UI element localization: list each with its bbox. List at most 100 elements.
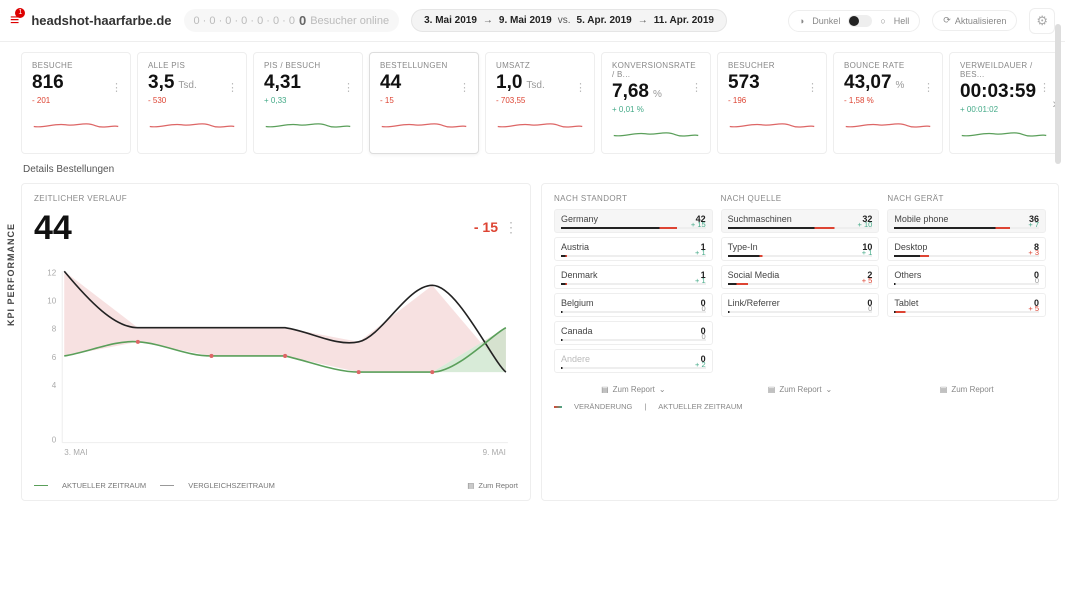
row-bar — [728, 311, 873, 313]
breakdown-row[interactable]: Canada 0 0 — [554, 321, 713, 345]
row-delta: + 7 — [1028, 220, 1039, 229]
breakdown-row[interactable]: Others 0 0 — [887, 265, 1046, 289]
row-delta: 0 — [702, 332, 706, 341]
date-range-picker[interactable]: 3. Mai 2019 → 9. Mai 2019 vs. 5. Apr. 20… — [411, 9, 727, 32]
kpi-row: BESUCHE 816 - 201 ⋮ ALLE PIS 3,5Tsd. - 5… — [21, 52, 1059, 154]
breakdown-row[interactable]: Austria 1 + 1 — [554, 237, 713, 261]
svg-text:8: 8 — [52, 325, 57, 334]
kpi-value: 44 — [380, 72, 468, 94]
refresh-button[interactable]: ⟳ Aktualisieren — [932, 10, 1017, 31]
breakdown-panel: NACH STANDORT Germany 42 + 15Austria 1 +… — [541, 183, 1059, 501]
svg-text:10: 10 — [47, 297, 56, 306]
kpi-menu-icon[interactable]: ⋮ — [923, 81, 934, 94]
kpi-value: 4,31 — [264, 72, 352, 94]
settings-button[interactable]: ⚙ — [1029, 8, 1055, 34]
kpi-delta: - 196 — [728, 96, 816, 105]
to-report-link[interactable]: ▤Zum Report ⌄ — [554, 377, 713, 394]
svg-text:3. MAI: 3. MAI — [64, 448, 87, 457]
quelle-column: NACH QUELLE Suchmaschinen 32 + 10Type-In… — [721, 194, 880, 394]
kpi-menu-icon[interactable]: ⋮ — [807, 81, 818, 94]
breakdown-row[interactable]: Social Media 2 + 5 — [721, 265, 880, 289]
kpi-card[interactable]: PIS / BESUCH 4,31 + 0,33 ⋮ — [253, 52, 363, 154]
kpi-card[interactable]: BESTELLUNGEN 44 - 15 ⋮ — [369, 52, 479, 154]
kpi-value: 43,07% — [844, 72, 932, 94]
row-bar — [561, 367, 706, 369]
kpi-menu-icon[interactable]: ⋮ — [691, 81, 702, 94]
to-report-link[interactable]: ▤Zum Report ⌄ — [721, 377, 880, 394]
menu-icon[interactable]: ≡1 — [10, 12, 19, 30]
kpi-menu-icon[interactable]: ⋮ — [111, 81, 122, 94]
svg-text:6: 6 — [52, 353, 57, 362]
breakdown-row[interactable]: Tablet 0 + 5 — [887, 293, 1046, 317]
sparkline — [960, 118, 1048, 146]
breakdown-row[interactable]: Denmark 1 + 1 — [554, 265, 713, 289]
kpi-delta: + 00:01:02 — [960, 105, 1048, 114]
row-name: Desktop — [894, 242, 927, 252]
kpi-label: PIS / BESUCH — [264, 61, 352, 70]
visitor-counter: 0 · 0 · 0 · 0 · 0 · 0 · 0 0 Besucher onl… — [184, 9, 400, 32]
kpi-delta: - 703,55 — [496, 96, 584, 105]
timeline-chart: 12 10 8 6 4 0 3. MAI 9. MAI — [34, 252, 518, 472]
to-report-link[interactable]: ▤ Zum Report — [467, 481, 518, 490]
kpi-card[interactable]: UMSATZ 1,0Tsd. - 703,55 ⋮ — [485, 52, 595, 154]
row-delta: + 3 — [1028, 248, 1039, 257]
sparkline — [380, 109, 468, 137]
breakdown-row[interactable]: Germany 42 + 15 — [554, 209, 713, 233]
row-name: Social Media — [728, 270, 780, 280]
to-report-link[interactable]: ▤Zum Report — [887, 377, 1046, 394]
kpi-label: BESUCHE — [32, 61, 120, 70]
breakdown-row[interactable]: Mobile phone 36 + 7 — [887, 209, 1046, 233]
standort-column: NACH STANDORT Germany 42 + 15Austria 1 +… — [554, 194, 713, 394]
kpi-menu-icon[interactable]: ⋮ — [227, 81, 238, 94]
chart-legend: AKTUELLER ZEITRAUM VERGLEICHSZEITRAUM ▤ … — [34, 481, 518, 490]
refresh-icon: ⟳ — [943, 15, 951, 26]
brand-title: headshot-haarfarbe.de — [31, 13, 171, 28]
kpi-label: BOUNCE RATE — [844, 61, 932, 70]
row-bar — [894, 283, 1039, 285]
row-bar — [728, 227, 873, 229]
panel-title: ZEITLICHER VERLAUF — [34, 194, 518, 203]
kpi-card[interactable]: BOUNCE RATE 43,07% - 1,58 % ⋮ — [833, 52, 943, 154]
breakdown-row[interactable]: Link/Referrer 0 0 — [721, 293, 880, 317]
notification-badge: 1 — [15, 8, 25, 18]
page-scrollbar[interactable] — [1055, 0, 1063, 606]
breakdown-row[interactable]: Desktop 8 + 3 — [887, 237, 1046, 261]
kpi-menu-icon[interactable]: ⋮ — [459, 81, 470, 94]
sparkline — [496, 109, 584, 137]
row-delta: 0 — [868, 304, 872, 313]
timeline-panel: ZEITLICHER VERLAUF 44 - 15⋮ 12 10 8 6 — [21, 183, 531, 501]
report-icon: ▤ — [940, 385, 948, 394]
kpi-menu-icon[interactable]: ⋮ — [343, 81, 354, 94]
kpi-label: BESTELLUNGEN — [380, 61, 468, 70]
kpi-delta: - 201 — [32, 96, 120, 105]
row-bar — [561, 339, 706, 341]
theme-toggle[interactable]: ◑Dunkel ○Hell — [788, 10, 920, 32]
kpi-value: 3,5Tsd. — [148, 72, 236, 94]
kpi-card[interactable]: KONVERSIONSRATE / B... 7,68% + 0,01 % ⋮ — [601, 52, 711, 154]
sparkline — [728, 109, 816, 137]
sparkline — [844, 109, 932, 137]
row-bar — [728, 255, 873, 257]
row-delta: 0 — [702, 304, 706, 313]
row-name: Andere — [561, 354, 590, 364]
svg-text:9. MAI: 9. MAI — [483, 448, 506, 457]
side-tab[interactable]: KPI PERFORMANCE — [0, 42, 21, 507]
sparkline — [148, 109, 236, 137]
sparkline — [612, 118, 700, 146]
row-delta: + 1 — [695, 276, 706, 285]
kpi-menu-icon[interactable]: ⋮ — [575, 81, 586, 94]
svg-text:12: 12 — [47, 268, 56, 277]
breakdown-row[interactable]: Andere 0 + 2 — [554, 349, 713, 373]
kpi-card[interactable]: BESUCHER 573 - 196 ⋮ — [717, 52, 827, 154]
sparkline — [264, 109, 352, 137]
kpi-card[interactable]: ALLE PIS 3,5Tsd. - 530 ⋮ — [137, 52, 247, 154]
kpi-label: ALLE PIS — [148, 61, 236, 70]
kpi-card[interactable]: BESUCHE 816 - 201 ⋮ — [21, 52, 131, 154]
breakdown-row[interactable]: Suchmaschinen 32 + 10 — [721, 209, 880, 233]
breakdown-row[interactable]: Belgium 0 0 — [554, 293, 713, 317]
kpi-card[interactable]: VERWEILDAUER / BES... 00:03:59 + 00:01:0… — [949, 52, 1059, 154]
row-bar — [894, 311, 1039, 313]
row-delta: + 10 — [858, 220, 873, 229]
kpi-label: BESUCHER — [728, 61, 816, 70]
breakdown-row[interactable]: Type-In 10 + 1 — [721, 237, 880, 261]
